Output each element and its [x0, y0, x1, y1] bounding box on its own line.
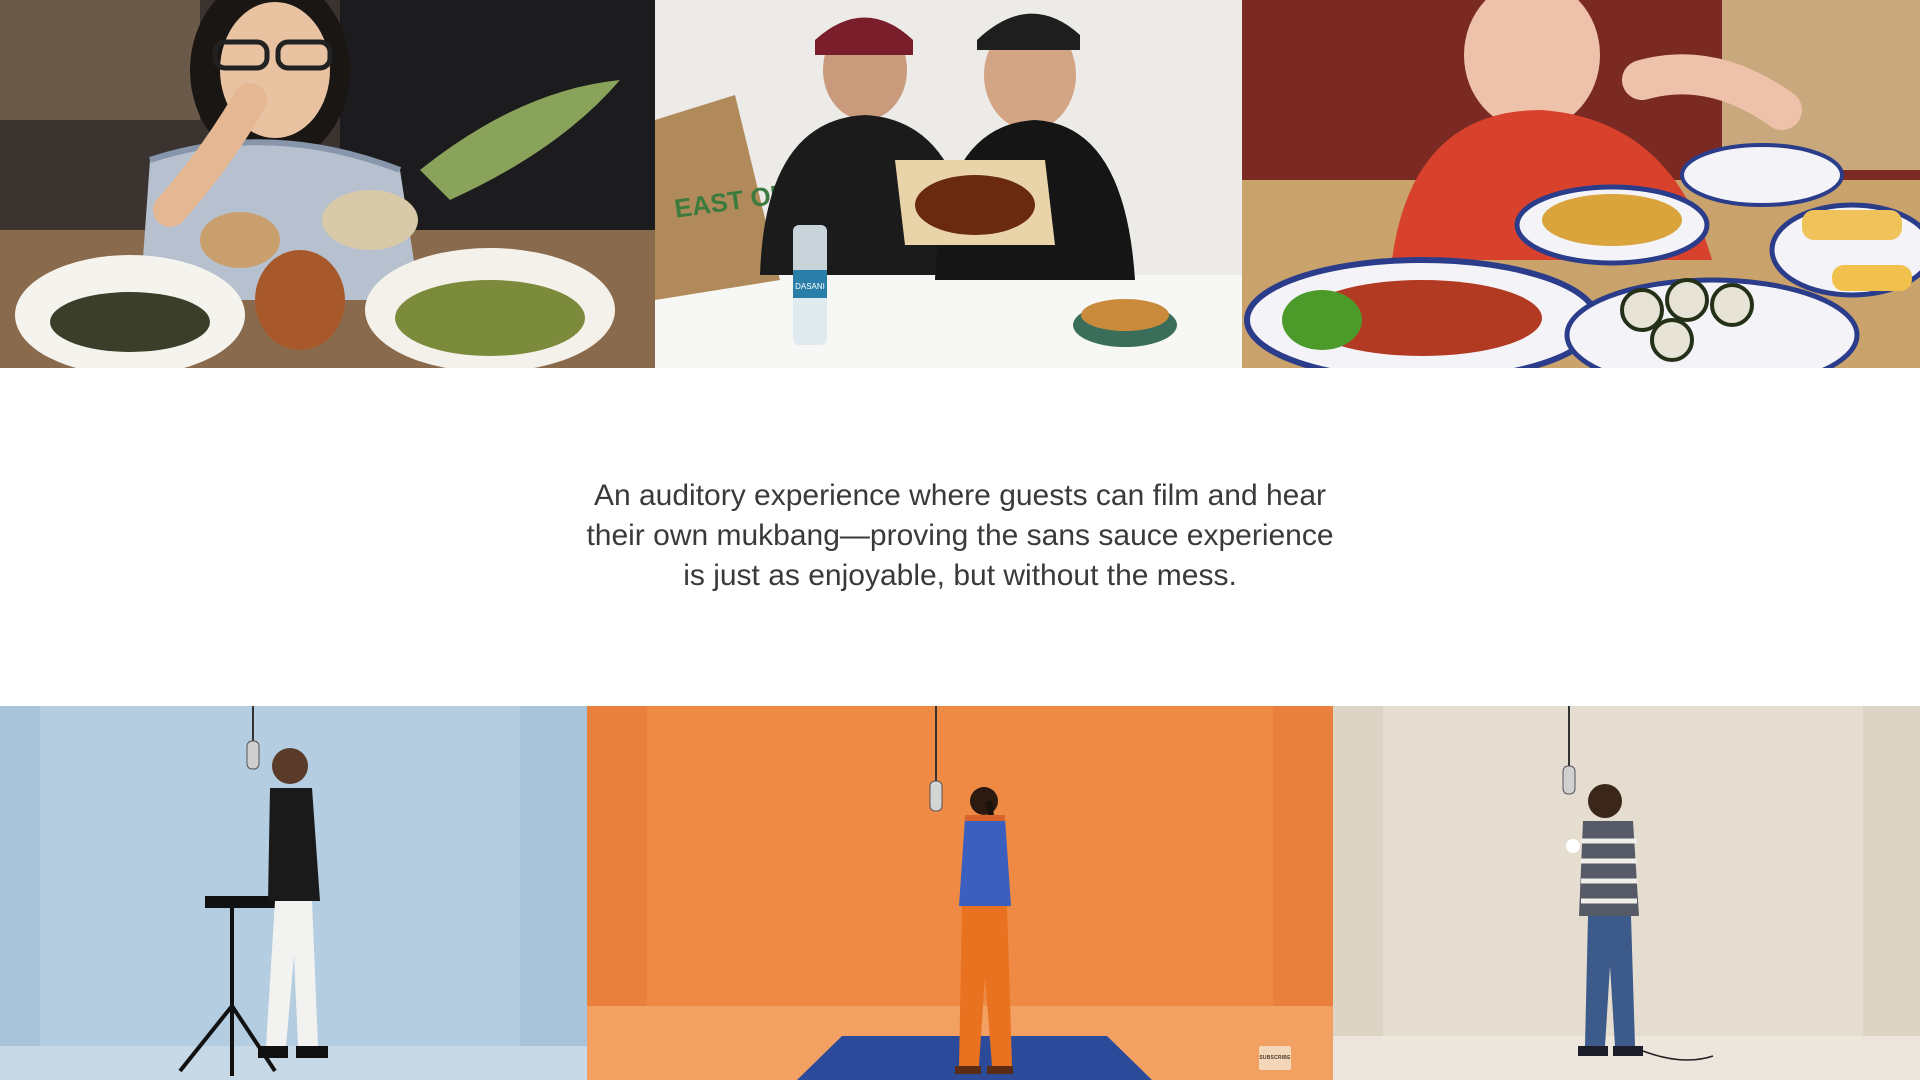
blue-studio-image — [0, 706, 587, 1080]
orange-studio-image — [587, 706, 1333, 1080]
caption-line-3: is just as enjoyable, but without the me… — [683, 559, 1237, 592]
bottle-label: DASANI — [795, 282, 825, 291]
caption-line-1: An auditory experience where guests can … — [593, 479, 1327, 512]
studio-photo-orange: SUBSCRIBE — [587, 706, 1333, 1080]
mukbang-woman-image — [0, 0, 655, 368]
mukbang-photo-woman-eating — [0, 0, 655, 368]
mukbang-photo-two-men: EAST ODE DASANI — [655, 0, 1242, 368]
bottom-photo-row: SUBSCRIBE — [0, 706, 1920, 1080]
caption-line-2: their own mukbang—proving the sans sauce… — [586, 519, 1334, 552]
mukbang-photo-man-noodles — [1242, 0, 1920, 368]
studio-photo-blue — [0, 706, 587, 1080]
beige-studio-image — [1333, 706, 1920, 1080]
experience-description: An auditory experience where guests can … — [480, 476, 1440, 596]
top-photo-row: EAST ODE DASANI — [0, 0, 1920, 368]
mukbang-noodles-image — [1242, 0, 1920, 368]
mukbang-men-image: EAST ODE DASANI — [655, 0, 1242, 368]
studio-photo-beige — [1333, 706, 1920, 1080]
subscribe-badge: SUBSCRIBE — [1259, 1046, 1291, 1070]
